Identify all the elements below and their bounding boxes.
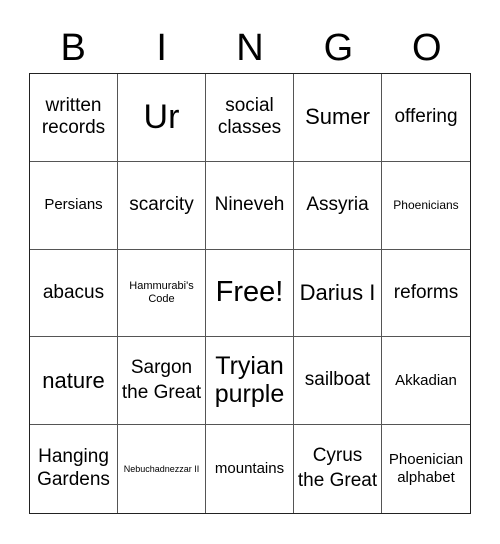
bingo-cell[interactable]: Sargon the Great (118, 337, 206, 426)
bingo-cell[interactable]: Nineveh (206, 161, 294, 250)
bingo-cell[interactable]: Persians (30, 161, 118, 250)
header-letter-i: I (156, 27, 167, 69)
header-letter-n: N (236, 27, 264, 69)
bingo-cell[interactable]: abacus (30, 249, 118, 338)
header-letter-b: B (60, 27, 86, 69)
bingo-header: B I N G O (29, 22, 471, 74)
free-space-cell[interactable]: Free! (206, 249, 294, 338)
bingo-cell[interactable]: written records (30, 74, 118, 162)
bingo-cell[interactable]: Ur (118, 74, 206, 162)
bingo-cell[interactable]: social classes (206, 74, 294, 162)
bingo-cell[interactable]: nature (30, 337, 118, 426)
bingo-cell[interactable]: Cyrus the Great (294, 425, 382, 513)
bingo-cell[interactable]: Assyria (294, 161, 382, 250)
bingo-cell[interactable]: mountains (206, 425, 294, 513)
bingo-cell[interactable]: reforms (382, 250, 470, 338)
bingo-cell[interactable]: Tryian purple (206, 337, 294, 426)
bingo-cell[interactable]: Akkadian (382, 337, 470, 426)
bingo-cell[interactable]: Phoenicians (382, 162, 470, 250)
bingo-cell[interactable]: Hammurabi's Code (118, 249, 206, 338)
bingo-cell[interactable]: scarcity (118, 161, 206, 250)
bingo-cell[interactable]: sailboat (294, 337, 382, 426)
bingo-cell[interactable]: Hanging Gardens (30, 425, 118, 513)
bingo-cell[interactable]: Phoenician alphabet (382, 425, 470, 513)
bingo-cell[interactable]: Sumer (294, 74, 382, 162)
bingo-cell[interactable]: Darius I (294, 249, 382, 338)
header-letter-g: G (323, 27, 354, 69)
bingo-grid: written records Ur social classes Sumer … (29, 73, 471, 514)
bingo-cell[interactable]: Nebuchadnezzar II (118, 425, 206, 513)
header-letter-o: O (412, 27, 442, 69)
bingo-cell[interactable]: offering (382, 74, 470, 162)
